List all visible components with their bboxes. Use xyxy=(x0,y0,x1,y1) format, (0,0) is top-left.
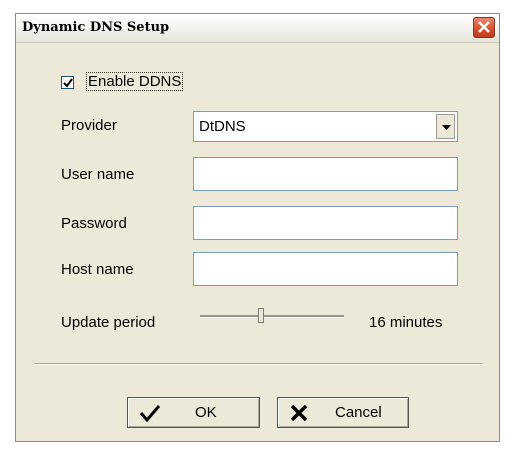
checkmark-icon xyxy=(63,78,73,88)
password-label: Password xyxy=(61,215,127,232)
enable-ddns-label[interactable]: Enable DDNS xyxy=(85,72,184,91)
enable-ddns-checkbox[interactable] xyxy=(61,76,74,89)
ok-label: OK xyxy=(195,404,217,421)
hostname-label: Host name xyxy=(61,261,134,278)
provider-select[interactable]: DtDNS xyxy=(193,111,458,142)
dialog-window: Dynamic DNS Setup Enable DDNS Provider D… xyxy=(15,13,500,442)
provider-dropdown-button[interactable] xyxy=(436,114,455,139)
update-period-slider[interactable] xyxy=(200,308,344,324)
password-input[interactable] xyxy=(193,206,458,240)
close-button[interactable] xyxy=(473,17,495,38)
cancel-label: Cancel xyxy=(335,404,382,421)
close-icon xyxy=(478,21,490,33)
checkmark-icon xyxy=(140,405,160,422)
window-title: Dynamic DNS Setup xyxy=(22,20,170,35)
provider-selected-value: DtDNS xyxy=(199,118,246,135)
username-input[interactable] xyxy=(193,157,458,191)
username-label: User name xyxy=(61,166,135,183)
ok-button[interactable]: OK xyxy=(127,397,260,428)
title-bar[interactable]: Dynamic DNS Setup xyxy=(16,14,499,43)
cancel-button[interactable]: Cancel xyxy=(277,397,409,428)
chevron-down-icon xyxy=(442,125,451,130)
update-period-value: 16 minutes xyxy=(369,314,443,331)
update-period-label: Update period xyxy=(61,314,156,331)
slider-thumb[interactable] xyxy=(258,308,264,323)
x-icon xyxy=(290,404,308,422)
slider-track[interactable] xyxy=(200,315,344,318)
hostname-input[interactable] xyxy=(193,252,458,286)
divider xyxy=(34,363,483,365)
provider-label: Provider xyxy=(61,117,117,134)
